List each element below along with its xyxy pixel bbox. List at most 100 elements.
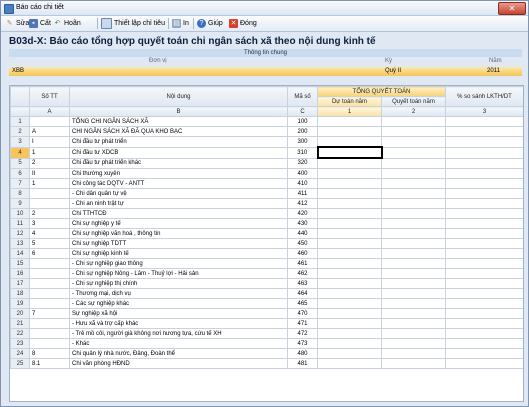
table-row[interactable]: 1 TỔNG CHI NGÂN SÁCH XÃ 100 [10,116,523,127]
close-icon[interactable]: ✕ [498,2,526,15]
compare-cell[interactable] [445,318,523,329]
compare-cell[interactable] [445,258,523,269]
table-row[interactable]: 16 - Chi sự nghiệp Nông - Lâm - Thuỷ lợi… [10,268,523,279]
compare-cell[interactable] [445,116,523,127]
table-row[interactable]: 14 6 Chi sự nghiệp kinh tế 460 [10,248,523,259]
close-button[interactable]: ✕ Đóng [229,18,257,29]
estimate-cell[interactable] [317,218,382,229]
settlement-cell[interactable] [381,268,446,279]
estimate-cell[interactable] [317,338,382,349]
undo-button[interactable]: ↶ Hoãn [53,18,81,29]
compare-cell[interactable] [445,228,523,239]
estimate-cell[interactable] [317,198,382,209]
estimate-cell[interactable] [317,358,382,369]
compare-cell[interactable] [445,298,523,309]
settlement-cell[interactable] [381,308,446,319]
table-row[interactable]: 9 - Chi an ninh trật tự 412 [10,198,523,209]
settlement-cell[interactable] [381,188,446,199]
settlement-cell[interactable] [381,218,446,229]
table-row[interactable]: 12 4 Chi sự nghiệp văn hoá , thông tin 440 [10,228,523,239]
compare-header[interactable]: % so sánh LKTH/DT [445,86,523,107]
settlement-cell[interactable] [381,248,446,259]
table-row[interactable]: 20 7 Sự nghiệp xã hội 470 [10,308,523,319]
settlement-cell[interactable] [381,288,446,299]
estimate-cell[interactable] [317,136,382,148]
settlement-cell[interactable] [381,298,446,309]
settlement-cell[interactable] [381,328,446,339]
setup-indicators-button[interactable]: Thiết lập chỉ tiêu [101,18,165,29]
settlement-cell[interactable] [381,208,446,219]
settlement-cell[interactable] [381,258,446,269]
estimate-cell[interactable] [317,126,382,137]
compare-cell[interactable] [445,288,523,299]
estimate-cell[interactable] [317,116,382,127]
compare-cell[interactable] [445,178,523,189]
table-row[interactable]: 5 2 Chi đầu tư phát triển khác 320 [10,157,523,169]
settlement-header[interactable]: Quyết toán năm [381,96,446,107]
compare-cell[interactable] [445,248,523,259]
table-row[interactable]: 19 - Các sự nghiệp khác 465 [10,298,523,309]
settlement-cell[interactable] [381,278,446,289]
settlement-cell[interactable] [381,348,446,359]
estimate-cell[interactable] [317,318,382,329]
stt-header[interactable]: Số TT [29,86,70,107]
settlement-cell[interactable] [381,198,446,209]
compare-cell[interactable] [445,168,523,179]
settlement-cell[interactable] [381,228,446,239]
settlement-cell[interactable] [381,318,446,329]
estimate-cell[interactable] [317,308,382,319]
compare-cell[interactable] [445,268,523,279]
estimate-cell[interactable] [317,288,382,299]
estimate-cell[interactable] [317,348,382,359]
compare-cell[interactable] [445,338,523,349]
compare-cell[interactable] [445,157,523,169]
content-header[interactable]: Nội dung [69,86,288,107]
estimate-cell[interactable] [316,146,383,159]
table-row[interactable]: 10 2 Chi TTHTCĐ 420 [10,208,523,219]
edit-button[interactable]: ✎ Sửa [5,18,30,29]
estimate-cell[interactable] [317,178,382,189]
estimate-cell[interactable] [317,278,382,289]
estimate-cell[interactable] [317,188,382,199]
compare-cell[interactable] [445,358,523,369]
table-row[interactable]: 2 A CHI NGÂN SÁCH XÃ ĐÃ QUA KHO BẠC 200 [10,126,523,137]
settlement-cell[interactable] [381,116,446,127]
estimate-cell[interactable] [317,248,382,259]
compare-cell[interactable] [445,328,523,339]
estimate-cell[interactable] [317,208,382,219]
estimate-cell[interactable] [317,268,382,279]
settlement-cell[interactable] [381,168,446,179]
table-row[interactable]: 15 - Chi sự nghiệp giao thông 461 [10,258,523,269]
estimate-cell[interactable] [317,258,382,269]
report-grid[interactable]: Số TT Nội dung Mã số TỔNG QUYẾT TOÁN % s… [9,85,524,402]
table-row[interactable]: 11 3 Chi sự nghiệp y tế 430 [10,218,523,229]
table-row[interactable]: 13 5 Chi sự nghiệp TDTT 450 [10,238,523,249]
table-row[interactable]: 4 1 Chi đầu tư XDCB 310 [10,146,523,159]
compare-cell[interactable] [445,348,523,359]
estimate-cell[interactable] [317,168,382,179]
compare-cell[interactable] [445,198,523,209]
estimate-header[interactable]: Dự toán năm [317,96,382,107]
table-row[interactable]: 25 8.1 Chi văn phòng HĐND 481 [10,358,523,369]
settlement-cell[interactable] [381,136,446,148]
compare-cell[interactable] [445,238,523,249]
settlement-cell[interactable] [381,126,446,137]
settlement-cell[interactable] [381,358,446,369]
table-row[interactable]: 21 - Hưu xã và trợ cấp khác 471 [10,318,523,329]
settlement-cell[interactable] [381,146,446,159]
table-row[interactable]: 7 1 Chi công tác DQTV - ANTT 410 [10,178,523,189]
compare-cell[interactable] [445,208,523,219]
settlement-cell[interactable] [381,157,446,169]
settlement-cell[interactable] [381,178,446,189]
table-row[interactable]: 18 - Thương mại, dịch vụ 464 [10,288,523,299]
save-button[interactable]: ▪ Cất [29,18,51,29]
estimate-cell[interactable] [317,298,382,309]
help-button[interactable]: ? Giúp [197,18,223,29]
table-row[interactable]: 17 - Chi sự nghiệp thị chính 463 [10,278,523,289]
compare-cell[interactable] [445,188,523,199]
compare-cell[interactable] [445,136,523,148]
estimate-cell[interactable] [317,238,382,249]
print-button[interactable]: ▤ In [172,18,189,29]
compare-cell[interactable] [445,218,523,229]
general-info-values[interactable]: XBB Quý II 2011 [9,67,522,76]
